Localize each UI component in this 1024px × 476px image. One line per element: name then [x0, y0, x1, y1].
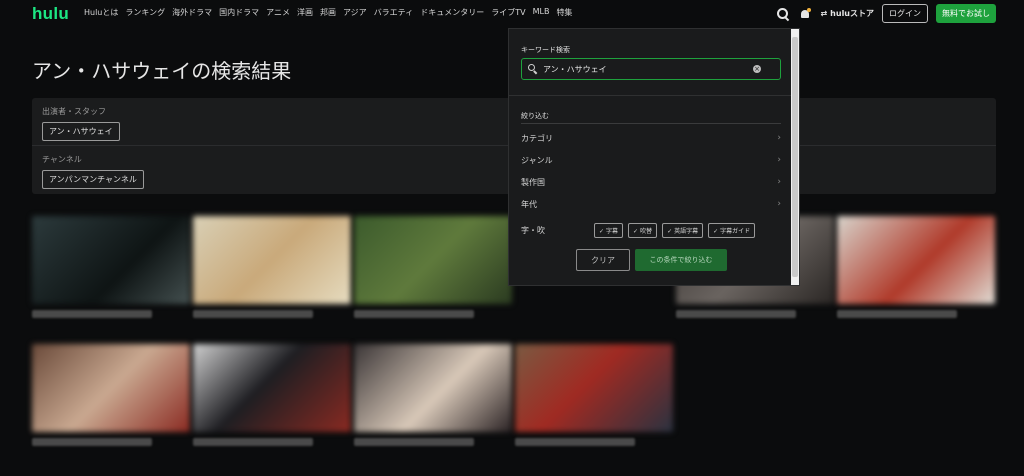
top-header: hulu Huluとは ランキング 海外ドラマ 国内ドラマ アニメ 洋画 邦画 …	[0, 0, 1024, 28]
cast-filter-label: 出演者・スタッフ	[42, 107, 106, 116]
check-icon: ✓	[667, 228, 673, 235]
nav-item-domestic-drama[interactable]: 国内ドラマ	[219, 7, 259, 18]
nav-item-feature[interactable]: 特集	[556, 7, 572, 18]
tile-caption	[676, 310, 796, 318]
subtitle-dub-label: 字・吹	[521, 226, 545, 235]
result-tile[interactable]	[32, 216, 190, 318]
nav-item-western-film[interactable]: 洋画	[297, 7, 313, 18]
keyword-search-field[interactable]: ×	[521, 58, 781, 80]
result-tile[interactable]	[32, 344, 190, 446]
filter-country-row[interactable]: 製作国 ›	[521, 177, 781, 188]
panel-scrollbar[interactable]	[791, 29, 799, 285]
hulu-store-link[interactable]: ⇄ huluストア	[820, 8, 874, 19]
check-icon: ✓	[713, 228, 719, 235]
filter-country-label: 製作国	[521, 178, 545, 187]
tile-caption	[837, 310, 957, 318]
cast-filter: 出演者・スタッフ アン・ハサウェイ	[42, 106, 120, 141]
chevron-right-icon: ›	[777, 133, 781, 143]
apply-filter-button[interactable]: この条件で絞り込む	[635, 249, 727, 271]
thumbnail	[193, 216, 351, 304]
result-tile[interactable]	[354, 216, 512, 318]
channel-filter-chip[interactable]: アンパンマンチャンネル	[42, 170, 144, 189]
tile-caption	[193, 310, 313, 318]
subtitle-option[interactable]: ✓ 字幕	[594, 223, 624, 238]
nav-item-ranking[interactable]: ランキング	[125, 7, 165, 18]
tile-caption	[354, 310, 474, 318]
nav-item-about[interactable]: Huluとは	[84, 7, 118, 18]
thumbnail	[32, 216, 190, 304]
result-tile[interactable]	[515, 344, 673, 446]
keyword-search-label: キーワード検索	[521, 46, 570, 54]
login-button[interactable]: ログイン	[882, 4, 928, 23]
scrollbar-thumb[interactable]	[792, 37, 798, 277]
chevron-right-icon: ›	[777, 177, 781, 187]
nav-item-japanese-film[interactable]: 邦画	[320, 7, 336, 18]
tile-caption	[32, 310, 152, 318]
nav-item-variety[interactable]: バラエティ	[374, 7, 414, 18]
keyword-search-input[interactable]	[543, 64, 753, 74]
tile-caption	[354, 438, 474, 446]
english-subtitle-option[interactable]: ✓ 英語字幕	[662, 223, 704, 238]
thumbnail	[193, 344, 351, 432]
check-icon: ✓	[633, 228, 639, 235]
clear-button[interactable]: クリア	[576, 249, 630, 271]
thumbnail	[32, 344, 190, 432]
channel-filter: チャンネル アンパンマンチャンネル	[42, 154, 144, 189]
nav-item-mlb[interactable]: MLB	[533, 7, 550, 18]
nav-item-asia[interactable]: アジア	[343, 7, 367, 18]
tile-caption	[32, 438, 152, 446]
check-icon: ✓	[599, 228, 605, 235]
header-actions: ⇄ huluストア ログイン 無料でお試し	[776, 4, 996, 23]
filter-category-label: カテゴリ	[521, 134, 553, 143]
chevron-right-icon: ›	[777, 155, 781, 165]
dub-option[interactable]: ✓ 吹替	[628, 223, 658, 238]
filter-era-label: 年代	[521, 200, 537, 209]
narrow-divider	[521, 123, 781, 124]
thumbnail	[354, 216, 512, 304]
page-title: アン・ハサウェイの検索結果	[32, 59, 292, 83]
result-tile[interactable]	[837, 216, 995, 318]
filter-genre-label: ジャンル	[521, 156, 553, 165]
main-nav: Huluとは ランキング 海外ドラマ 国内ドラマ アニメ 洋画 邦画 アジア バ…	[84, 7, 572, 18]
channel-filter-label: チャンネル	[42, 155, 82, 164]
nav-item-documentary[interactable]: ドキュメンタリー	[420, 7, 484, 18]
clear-input-icon[interactable]: ×	[753, 65, 761, 73]
cast-filter-chip[interactable]: アン・ハサウェイ	[42, 122, 120, 141]
result-tile[interactable]	[354, 344, 512, 446]
filter-category-row[interactable]: カテゴリ ›	[521, 133, 781, 144]
subtitle-guide-option[interactable]: ✓ 字幕ガイド	[708, 223, 756, 238]
result-tile[interactable]	[193, 216, 351, 318]
result-tile[interactable]	[193, 344, 351, 446]
nav-item-anime[interactable]: アニメ	[266, 7, 290, 18]
search-panel: キーワード検索 × 絞り込む カテゴリ › ジャンル › 製作国 › 年代 › …	[508, 28, 800, 286]
search-icon[interactable]	[776, 7, 790, 21]
thumbnail	[354, 344, 512, 432]
nav-item-foreign-drama[interactable]: 海外ドラマ	[172, 7, 212, 18]
chevron-right-icon: ›	[777, 199, 781, 209]
filter-era-row[interactable]: 年代 ›	[521, 199, 781, 210]
tile-caption	[193, 438, 313, 446]
narrow-down-label: 絞り込む	[521, 112, 549, 120]
thumbnail	[515, 344, 673, 432]
free-trial-button[interactable]: 無料でお試し	[936, 4, 996, 23]
search-icon	[528, 64, 538, 74]
hulu-store-label: huluストア	[830, 9, 874, 18]
nav-item-live-tv[interactable]: ライブTV	[491, 7, 525, 18]
english-subtitle-option-label: 英語字幕	[674, 228, 699, 235]
thumbnail	[837, 216, 995, 304]
subtitle-option-label: 字幕	[606, 228, 619, 235]
subtitle-dub-row: 字・吹 ✓ 字幕 ✓ 吹替 ✓ 英語字幕 ✓ 字幕ガイド	[521, 223, 783, 238]
hulu-logo[interactable]: hulu	[32, 4, 69, 24]
switch-arrows-icon: ⇄	[820, 9, 828, 18]
notification-bell-icon[interactable]	[798, 7, 812, 21]
panel-divider	[509, 95, 791, 96]
tile-caption	[515, 438, 635, 446]
dub-option-label: 吹替	[640, 228, 653, 235]
filter-genre-row[interactable]: ジャンル ›	[521, 155, 781, 166]
subtitle-guide-option-label: 字幕ガイド	[720, 228, 751, 235]
